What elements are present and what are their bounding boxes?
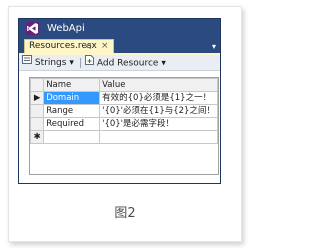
figure-caption: 图2 bbox=[114, 206, 136, 221]
resource-toolbar: Strings ▾ Add Resource ▾ bbox=[19, 55, 220, 71]
window-title: WebApi bbox=[47, 23, 85, 34]
row-header[interactable] bbox=[29, 117, 45, 131]
add-resource-icon bbox=[85, 55, 94, 71]
add-resource-button[interactable]: Add Resource ▾ bbox=[85, 55, 166, 70]
grid-header-row: Name Value bbox=[29, 78, 218, 92]
name-cell[interactable]: Required bbox=[43, 117, 101, 131]
table-row[interactable]: Range '{0}'必须在{1}与{2}之间！ bbox=[29, 104, 218, 118]
row-header-corner bbox=[29, 78, 45, 92]
new-row[interactable]: ✱ bbox=[29, 130, 218, 144]
strings-chevron-down-icon: ▾ bbox=[69, 58, 74, 68]
tab-list-dropdown-icon[interactable]: ▾ bbox=[212, 42, 216, 51]
name-cell[interactable]: Domain bbox=[43, 91, 101, 105]
value-cell[interactable]: '{0}'必须在{1}与{2}之间！ bbox=[99, 104, 218, 118]
close-icon[interactable]: × bbox=[101, 40, 109, 53]
resource-grid-area: Name Value ▶ Domain 有效的{0}必须是{1}之一！ Rang… bbox=[19, 71, 220, 183]
row-header[interactable] bbox=[29, 104, 45, 118]
document-tab-strip: Resources.resx ⊲ × ▾ bbox=[19, 39, 220, 53]
new-row-asterisk-icon[interactable]: ✱ bbox=[29, 130, 45, 144]
strings-label: Strings bbox=[34, 58, 67, 68]
table-row[interactable]: Required '{0}'是必需字段！ bbox=[29, 117, 218, 131]
title-bar: WebApi bbox=[19, 19, 220, 39]
tab-resources-resx[interactable]: Resources.resx ⊲ × bbox=[24, 39, 114, 53]
pin-icon[interactable]: ⊲ bbox=[85, 40, 92, 53]
resource-grid: Name Value ▶ Domain 有效的{0}必须是{1}之一！ Rang… bbox=[29, 77, 219, 175]
value-cell[interactable]: '{0}'是必需字段！ bbox=[99, 117, 218, 131]
add-resource-label: Add Resource bbox=[96, 58, 159, 69]
column-header-value[interactable]: Value bbox=[99, 78, 218, 92]
value-cell[interactable] bbox=[99, 130, 218, 144]
table-row[interactable]: ▶ Domain 有效的{0}必须是{1}之一！ bbox=[29, 91, 218, 105]
column-header-name[interactable]: Name bbox=[43, 78, 101, 92]
vs-window: WebApi Resources.resx ⊲ × ▾ Strings ▾ Ad… bbox=[18, 18, 221, 184]
strings-icon bbox=[22, 55, 32, 70]
toolbar-separator bbox=[80, 58, 81, 68]
add-resource-chevron-down-icon: ▾ bbox=[161, 58, 166, 69]
value-cell[interactable]: 有效的{0}必须是{1}之一！ bbox=[99, 91, 218, 105]
current-row-indicator-icon[interactable]: ▶ bbox=[29, 91, 45, 105]
visual-studio-logo-icon bbox=[26, 22, 39, 35]
strings-dropdown-button[interactable]: Strings ▾ bbox=[22, 55, 74, 70]
name-cell[interactable] bbox=[43, 130, 101, 144]
name-cell[interactable]: Range bbox=[43, 104, 101, 118]
resource-table: Name Value ▶ Domain 有效的{0}必须是{1}之一！ Rang… bbox=[29, 78, 218, 144]
